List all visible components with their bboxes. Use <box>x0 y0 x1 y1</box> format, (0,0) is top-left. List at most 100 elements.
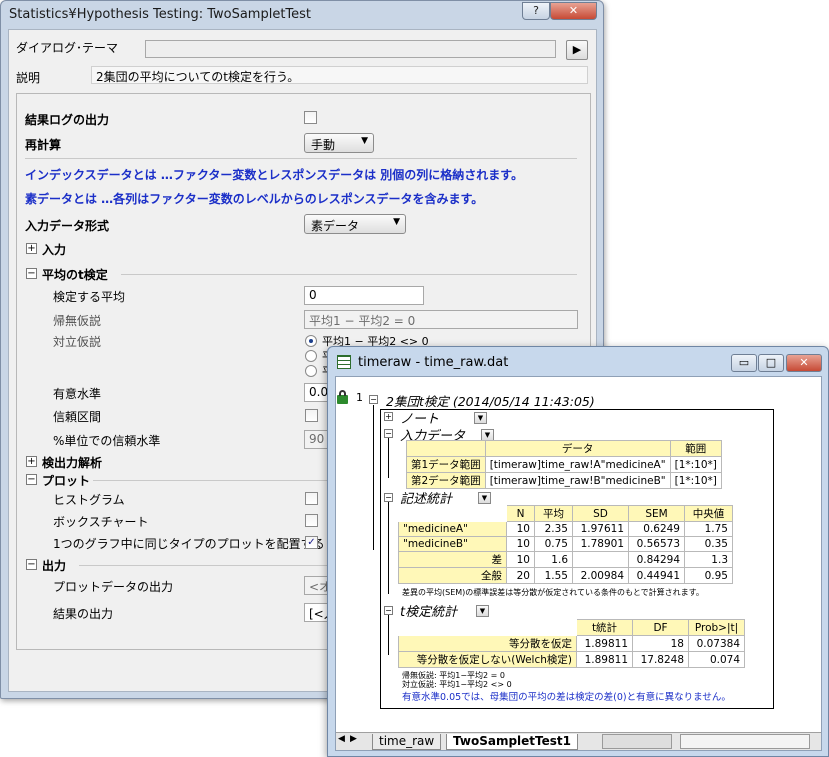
collapse-icon[interactable]: − <box>384 493 393 502</box>
table-header: SD <box>572 505 629 522</box>
table-cell[interactable]: [timeraw]time_raw!A"medicineA" <box>484 456 671 473</box>
expand-icon[interactable]: + <box>26 456 37 467</box>
plot-data-label: プロットデータの出力 <box>53 580 174 594</box>
theme-menu-button[interactable]: ▶ <box>566 40 588 60</box>
table-cell[interactable]: "medicineB" <box>398 536 507 552</box>
ttest-stats-dropdown[interactable]: ▼ <box>476 605 489 617</box>
table-cell[interactable]: 等分散を仮定しない(Welch検定) <box>398 651 577 668</box>
workbook-window: timeraw - time_raw.dat ▭ □ ✕ 1 − 2集団t検定 … <box>327 346 829 757</box>
table-cell[interactable]: 2.00984 <box>572 567 629 584</box>
minimize-button[interactable]: ▭ <box>731 354 757 372</box>
workbook-close-button[interactable]: ✕ <box>786 354 822 372</box>
table-cell[interactable]: 0.07384 <box>688 635 745 652</box>
result-log-checkbox[interactable] <box>304 111 317 124</box>
table-cell[interactable]: 第2データ範囲 <box>406 472 486 489</box>
table-cell[interactable] <box>572 551 629 568</box>
section-divider <box>79 565 334 566</box>
table-cell[interactable]: 20 <box>506 567 535 584</box>
table-cell[interactable]: 0.44941 <box>628 567 685 584</box>
expand-icon[interactable]: + <box>26 243 37 254</box>
collapse-icon[interactable]: − <box>369 395 378 404</box>
section-divider <box>121 274 577 275</box>
table-cell[interactable]: 1.78901 <box>572 536 629 552</box>
plot-section[interactable]: プロット <box>42 472 90 489</box>
table-cell[interactable]: 10 <box>506 536 535 552</box>
table-cell[interactable]: 0.95 <box>684 567 733 584</box>
expand-icon[interactable]: + <box>384 412 393 421</box>
table-cell[interactable]: 10 <box>506 551 535 568</box>
report-sheet: 1 − 2集団t検定 (2014/05/14 11:43:05) + ノート ▼… <box>336 377 821 732</box>
table-cell[interactable]: 2.35 <box>534 521 573 537</box>
table-cell[interactable]: [1*:10*] <box>669 472 722 489</box>
table-cell[interactable]: 1.97611 <box>572 521 629 537</box>
ttest-section[interactable]: 平均のt検定 <box>42 266 108 283</box>
table-cell[interactable]: 1.89811 <box>576 651 633 668</box>
workbook-title: timeraw - time_raw.dat <box>358 355 509 370</box>
notes-dropdown[interactable]: ▼ <box>474 412 487 424</box>
description-label: 説明 <box>16 71 41 85</box>
table-cell[interactable]: 0.56573 <box>628 536 685 552</box>
table-cell[interactable]: 1.89811 <box>576 635 633 652</box>
table-cell[interactable]: 0.75 <box>534 536 573 552</box>
same-graph-checkbox[interactable]: ✓ <box>305 536 318 549</box>
table-cell[interactable]: 0.6249 <box>628 521 685 537</box>
input-format-select[interactable]: 素データ ▼ <box>304 214 406 234</box>
table-cell[interactable]: 第1データ範囲 <box>406 456 486 473</box>
collapse-icon[interactable]: − <box>384 606 393 615</box>
input-section[interactable]: 入力 <box>42 241 66 258</box>
significance-label: 有意水準 <box>53 387 102 401</box>
confidence-interval-checkbox[interactable] <box>305 409 318 422</box>
desc-stats-dropdown[interactable]: ▼ <box>478 492 491 504</box>
null-hypothesis-label: 帰無仮説 <box>53 314 102 328</box>
table-header: N <box>506 505 535 522</box>
collapse-icon[interactable]: − <box>26 268 37 279</box>
table-cell[interactable]: 1.3 <box>684 551 733 568</box>
alt-radio-1[interactable] <box>305 335 317 347</box>
info-index-data: インデックスデータとは …ファクター変数とレスポンスデータは 別個の列に格納され… <box>25 168 524 182</box>
table-cell[interactable]: 10 <box>506 521 535 537</box>
table-cell[interactable]: [1*:10*] <box>669 456 722 473</box>
theme-input[interactable] <box>145 40 556 58</box>
table-header: 範囲 <box>669 440 722 457</box>
power-section[interactable]: 検出力解析 <box>42 454 102 471</box>
histogram-label: ヒストグラム <box>53 493 125 507</box>
table-cell[interactable]: 1.6 <box>534 551 573 568</box>
table-cell[interactable]: 1.55 <box>534 567 573 584</box>
alt-radio-3[interactable] <box>305 365 317 377</box>
lock-icon[interactable] <box>337 390 348 404</box>
mean-input[interactable]: 0 <box>304 286 424 305</box>
table-cell[interactable]: [timeraw]time_raw!B"medicineB" <box>484 472 671 489</box>
close-button[interactable]: ✕ <box>550 2 597 20</box>
tab-nav-prev[interactable]: ◀ <box>338 734 345 744</box>
help-button[interactable]: ? <box>522 2 550 20</box>
collapse-icon[interactable]: − <box>384 429 393 438</box>
tab-time-raw[interactable]: time_raw <box>372 734 442 750</box>
collapse-icon[interactable]: − <box>26 474 37 485</box>
maximize-button[interactable]: □ <box>758 354 784 372</box>
table-cell[interactable]: 等分散を仮定 <box>398 635 577 652</box>
recalc-select[interactable]: 手動 ▼ <box>304 133 374 153</box>
row-number: 1 <box>356 391 363 404</box>
table-cell[interactable]: "medicineA" <box>398 521 507 537</box>
desc-stats-table: N 平均 SD SEM 中央値 "medicineA" 10 2.35 1.97… <box>398 505 733 584</box>
tab-scrollbar[interactable] <box>602 734 672 749</box>
tab-twosampletttest1[interactable]: TwoSampletTest1 <box>446 734 578 750</box>
horizontal-scrollbar[interactable] <box>680 734 810 749</box>
ttest-stats-table: t統計 DF Prob>|t| 等分散を仮定 1.89811 18 0.0738… <box>398 619 745 668</box>
section-divider <box>93 480 333 481</box>
boxchart-checkbox[interactable] <box>305 514 318 527</box>
dialog-titlebar[interactable]: Statistics¥Hypothesis Testing: TwoSample… <box>1 1 603 29</box>
table-cell[interactable]: 0.074 <box>688 651 745 668</box>
table-cell[interactable]: 0.84294 <box>628 551 685 568</box>
collapse-icon[interactable]: − <box>26 559 37 570</box>
alt-radio-2[interactable] <box>305 350 317 362</box>
table-cell[interactable]: 18 <box>632 635 689 652</box>
output-section[interactable]: 出力 <box>42 557 66 574</box>
histogram-checkbox[interactable] <box>305 492 318 505</box>
table-cell[interactable]: 1.75 <box>684 521 733 537</box>
tab-nav-next[interactable]: ▶ <box>350 734 357 744</box>
table-cell[interactable]: 0.35 <box>684 536 733 552</box>
table-cell[interactable]: 17.8248 <box>632 651 689 668</box>
table-cell[interactable]: 全般 <box>398 567 507 584</box>
table-cell[interactable]: 差 <box>398 551 507 568</box>
